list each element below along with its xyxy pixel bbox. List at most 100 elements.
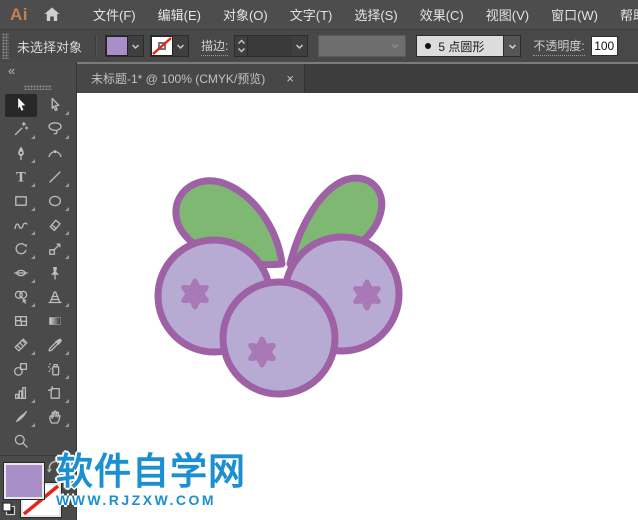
artboard-tool[interactable] <box>39 382 71 405</box>
rotate-tool[interactable] <box>5 238 37 261</box>
eyedropper-tool[interactable] <box>39 334 71 357</box>
measure-tool[interactable] <box>5 334 37 357</box>
menu-item-help[interactable]: 帮助(H) <box>609 5 638 24</box>
stroke-weight-control[interactable] <box>234 35 309 57</box>
menu-items: 文件(F) 编辑(E) 对象(O) 文字(T) 选择(S) 效果(C) 视图(V) 窗口(W)… <box>82 5 638 24</box>
document-tab[interactable]: 未标题-1* @ 100% (CMYK/预览) × <box>77 64 305 93</box>
curvature-tool[interactable] <box>39 142 71 165</box>
none-slash-icon <box>152 37 172 55</box>
menu-bar: Ai 文件(F) 编辑(E) 对象(O) 文字(T) 选择(S) 效果(C) 视图(V) 窗口… <box>0 0 638 30</box>
flyout-indicator <box>31 158 35 163</box>
brush-definition-control[interactable]: 5 点圆形 <box>416 35 522 57</box>
line-icon <box>49 171 61 183</box>
stroke-color-control[interactable] <box>150 35 190 57</box>
rectangle-icon <box>15 196 27 206</box>
menu-item-object[interactable]: 对象(O) <box>212 5 279 24</box>
variable-width-dropdown <box>318 35 407 57</box>
watermark-title: 软件自学网 <box>56 451 246 492</box>
gradient-tool[interactable] <box>39 310 71 333</box>
tool-panel-grip[interactable] <box>24 85 52 90</box>
options-bar: 未选择对象 描边: 5 点圆形 不透明度: 100 <box>0 30 638 62</box>
stroke-weight-label[interactable]: 描边: <box>201 37 229 56</box>
lasso-tool[interactable] <box>39 118 71 141</box>
shapebuilder-icon <box>14 290 28 304</box>
fill-color-dropdown[interactable] <box>128 36 143 56</box>
flyout-indicator <box>65 398 69 403</box>
column-graph-tool[interactable] <box>5 382 37 405</box>
type-icon: T <box>16 171 26 186</box>
brush-preview-dot-icon <box>425 43 432 49</box>
line-segment-tool[interactable] <box>39 166 71 189</box>
eraser-tool[interactable] <box>39 214 71 237</box>
stroke-color-swatch[interactable] <box>151 36 174 56</box>
menu-item-view[interactable]: 视图(V) <box>475 5 540 24</box>
mesh-tool[interactable] <box>5 310 37 333</box>
options-bar-grip[interactable] <box>2 33 9 59</box>
hand-icon <box>49 410 61 424</box>
options-divider <box>95 35 97 57</box>
brush-definition-value[interactable]: 5 点圆形 <box>417 36 504 56</box>
flyout-indicator <box>65 182 69 187</box>
direct-selection-tool[interactable] <box>39 94 71 117</box>
menu-item-type[interactable]: 文字(T) <box>279 5 344 24</box>
shaper-tool[interactable] <box>5 214 37 237</box>
flyout-indicator <box>65 230 69 235</box>
symbol-sprayer-tool[interactable] <box>39 358 71 381</box>
svg-text:T: T <box>16 171 26 186</box>
rectangle-tool[interactable] <box>5 190 37 213</box>
stroke-color-dropdown[interactable] <box>173 36 188 56</box>
opacity-input[interactable]: 100 <box>590 36 618 56</box>
shape-builder-tool[interactable] <box>5 286 37 309</box>
document-title: 未标题-1* @ 100% (CMYK/预览) <box>91 72 266 86</box>
perspective-grid-tool[interactable] <box>39 286 71 309</box>
fill-swatch-panel[interactable] <box>3 462 45 500</box>
eraser-icon <box>49 219 61 232</box>
menu-item-file[interactable]: 文件(F) <box>82 5 147 24</box>
selection-icon <box>18 98 26 111</box>
home-icon <box>44 7 60 21</box>
flyout-indicator <box>31 422 35 427</box>
stroke-weight-value[interactable] <box>248 36 293 56</box>
chevron-down-icon <box>131 43 140 49</box>
menu-item-select[interactable]: 选择(S) <box>343 5 408 24</box>
menu-item-effect[interactable]: 效果(C) <box>409 5 475 24</box>
flyout-indicator <box>65 422 69 427</box>
stroke-weight-dropdown[interactable] <box>292 36 307 56</box>
opacity-label[interactable]: 不透明度: <box>533 37 585 56</box>
flyout-indicator <box>31 134 35 139</box>
rotate-icon <box>15 243 28 255</box>
home-button[interactable] <box>44 7 60 22</box>
stroke-weight-stepper[interactable] <box>235 36 249 56</box>
width-tool[interactable] <box>5 262 37 285</box>
zoom-tool[interactable] <box>5 430 37 453</box>
brush-definition-dropdown[interactable] <box>503 36 521 56</box>
zoomtool-icon <box>14 434 28 448</box>
scale-tool[interactable] <box>39 238 71 261</box>
pen-icon <box>18 146 24 161</box>
tab-close-button[interactable]: × <box>286 71 294 86</box>
default-fill-stroke-button[interactable] <box>2 502 16 520</box>
ellipse-icon <box>48 195 62 207</box>
chevron-down-icon <box>176 43 185 49</box>
panel-collapse-button[interactable]: « <box>0 62 76 78</box>
default-swatches-icon <box>2 502 16 516</box>
magic-wand-tool[interactable] <box>5 118 37 141</box>
type-tool[interactable]: T <box>5 166 37 189</box>
flyout-indicator <box>65 374 69 379</box>
slice-tool[interactable] <box>5 406 37 429</box>
ellipse-tool[interactable] <box>39 190 71 213</box>
hand-tool[interactable] <box>39 406 71 429</box>
menu-item-window[interactable]: 窗口(W) <box>540 5 609 24</box>
selection-tool[interactable] <box>5 93 37 117</box>
fill-color-swatch[interactable] <box>106 36 129 56</box>
blend-icon <box>13 362 28 376</box>
graph-icon <box>14 386 27 400</box>
flyout-indicator <box>31 206 35 211</box>
fill-color-control[interactable] <box>105 35 145 57</box>
flyout-indicator <box>31 254 35 259</box>
puppet-warp-tool[interactable] <box>39 262 71 285</box>
blend-tool[interactable] <box>5 358 37 381</box>
menu-item-edit[interactable]: 编辑(E) <box>147 5 212 24</box>
tool-grid: T <box>0 93 76 453</box>
pen-tool[interactable] <box>5 142 37 165</box>
